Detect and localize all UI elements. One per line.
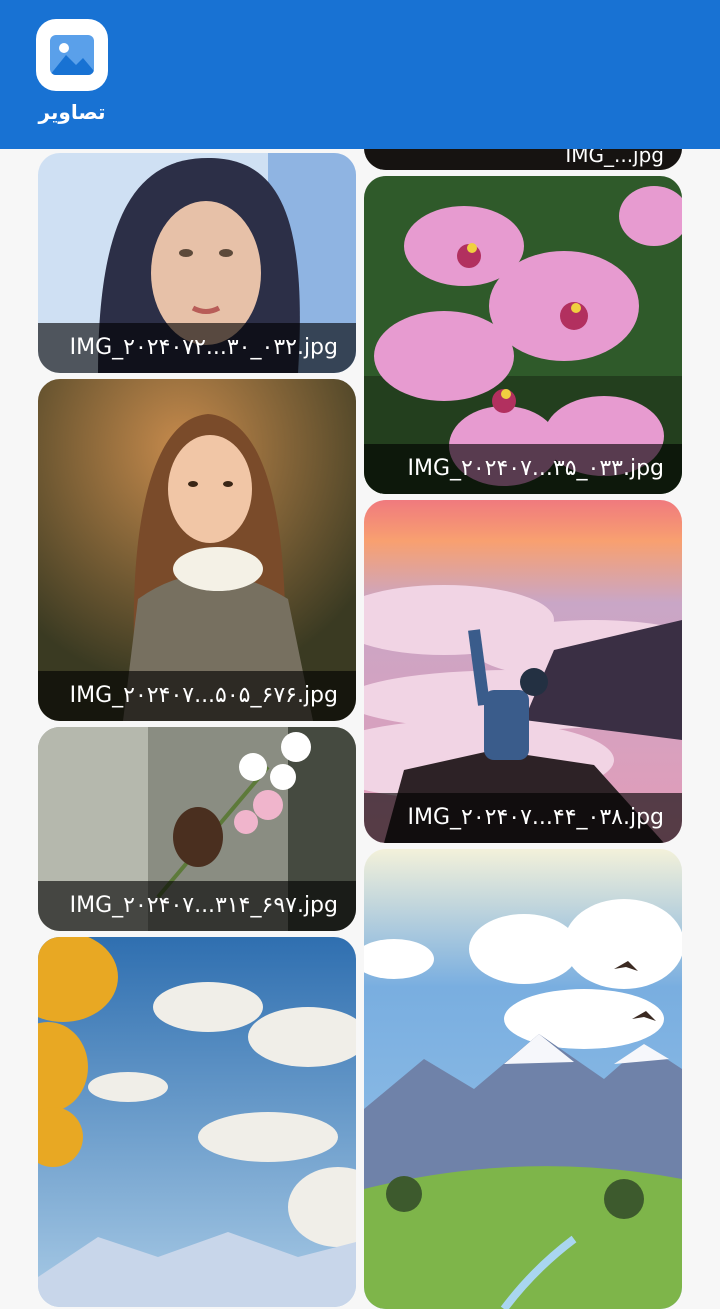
- gallery-item-orchids[interactable]: IMG_۲۰۲۴۰۷...۳۵_۰۳۳.jpg: [364, 176, 682, 494]
- app-bar: تصاویر: [0, 0, 720, 149]
- file-name: IMG_۲۰۲۴۰۷...۳۱۴_۶۹۷.jpg: [38, 881, 356, 931]
- gallery-item-portrait[interactable]: IMG_۲۰۲۴۰۷۲...۳۰_۰۳۲.jpg: [38, 153, 356, 373]
- mountains-image: [364, 849, 682, 1309]
- sky-image: [38, 937, 356, 1307]
- image-icon[interactable]: [36, 19, 108, 91]
- file-name: IMG_۲۰۲۴۰۷...۵۰۵_۶۷۶.jpg: [38, 671, 356, 721]
- file-name: IMG_۲۰۲۴۰۷...۳۵_۰۳۳.jpg: [364, 444, 682, 494]
- file-name: IMG_۲۰۲۴۰۷...۴۴_۰۳۸.jpg: [364, 793, 682, 843]
- clouds-image: [364, 500, 682, 843]
- girl-image: [38, 379, 356, 721]
- gallery-item-sky[interactable]: [38, 937, 356, 1307]
- file-name: IMG_۲۰۲۴۰۷۲...۳۰_۰۳۲.jpg: [38, 323, 356, 373]
- gallery-item-girl[interactable]: IMG_۲۰۲۴۰۷...۵۰۵_۶۷۶.jpg: [38, 379, 356, 721]
- gallery-item-flowers[interactable]: IMG_۲۰۲۴۰۷...۳۱۴_۶۹۷.jpg: [38, 727, 356, 931]
- gallery-item-mountains[interactable]: [364, 849, 682, 1309]
- app-title: تصاویر: [38, 100, 106, 124]
- gallery-item-clouds[interactable]: IMG_۲۰۲۴۰۷...۴۴_۰۳۸.jpg: [364, 500, 682, 843]
